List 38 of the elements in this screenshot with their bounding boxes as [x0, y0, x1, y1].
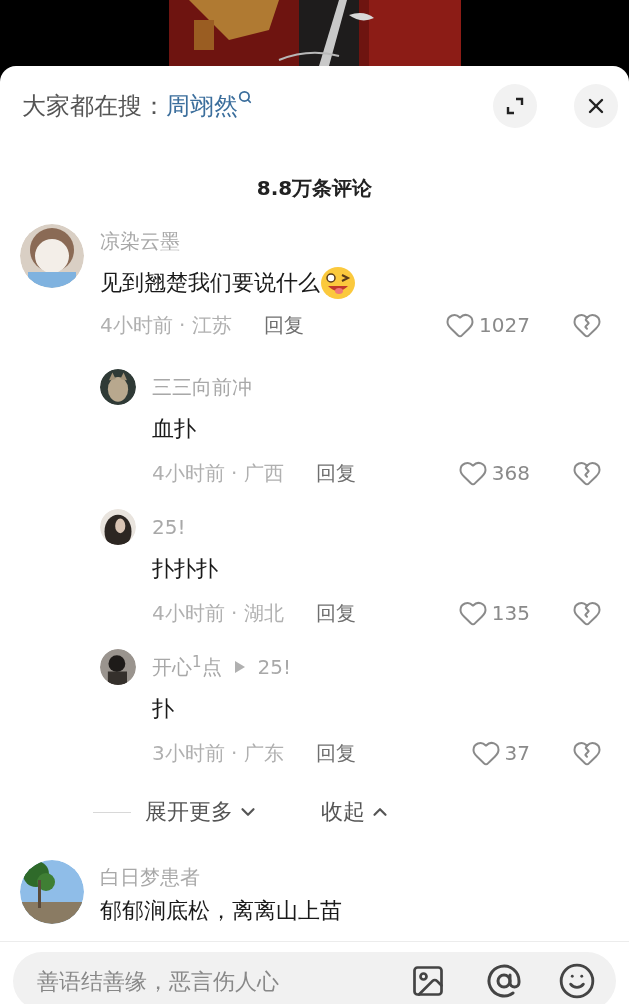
- like-button[interactable]: 368: [457, 454, 530, 492]
- like-button[interactable]: 37: [470, 734, 530, 772]
- username: 凉染云墨: [100, 228, 181, 255]
- timestamp: 3小时前 · 广东: [152, 740, 284, 767]
- emoji-icon[interactable]: [558, 962, 596, 1000]
- comment-input[interactable]: 善语结善缘，恶言伤人心: [37, 964, 410, 998]
- username: 白日梦患者: [100, 864, 201, 891]
- expand-icon: [505, 96, 525, 116]
- comment-field[interactable]: 善语结善缘，恶言伤人心: [13, 952, 616, 1004]
- comment-text: 扑: [152, 695, 175, 723]
- play-arrow-icon: [233, 660, 246, 674]
- username: 开心$^{1}$点: [152, 651, 222, 681]
- reply-target-username: 25!: [257, 654, 291, 681]
- close-button[interactable]: [574, 84, 618, 128]
- reply-link[interactable]: 回复: [263, 308, 304, 342]
- timestamp: 4小时前 · 广西: [152, 460, 284, 487]
- reply-link[interactable]: 回复: [315, 734, 356, 772]
- reply-link[interactable]: 回复: [315, 454, 356, 492]
- comment-text: 血扑: [152, 415, 197, 443]
- reply-link[interactable]: 回复: [315, 594, 356, 632]
- comment-count-title: 8.8万条评论: [255, 175, 374, 202]
- trending-search-link[interactable]: 周翊然: [166, 88, 252, 124]
- expand-button[interactable]: [493, 84, 537, 128]
- comment-text: 扑扑扑: [152, 555, 219, 583]
- like-button[interactable]: 1027: [445, 308, 530, 342]
- mention-icon[interactable]: [486, 963, 522, 999]
- timestamp: 4小时前 · 江苏: [100, 312, 232, 339]
- like-button[interactable]: 135: [457, 594, 530, 632]
- timestamp: 4小时前 · 湖北: [152, 600, 284, 627]
- comment-text: 郁郁涧底松，离离山上苗: [100, 897, 343, 925]
- trending-label: 大家都在搜：: [22, 91, 166, 122]
- search-icon: [238, 90, 252, 104]
- comment-text: 见到翘楚我们要说什么: [100, 269, 320, 297]
- collapse-button[interactable]: 收起: [321, 794, 391, 830]
- expand-more-button[interactable]: 展开更多: [145, 794, 259, 830]
- image-icon[interactable]: [410, 963, 446, 999]
- username: 三三向前冲: [152, 374, 252, 401]
- username: 25!: [152, 514, 186, 541]
